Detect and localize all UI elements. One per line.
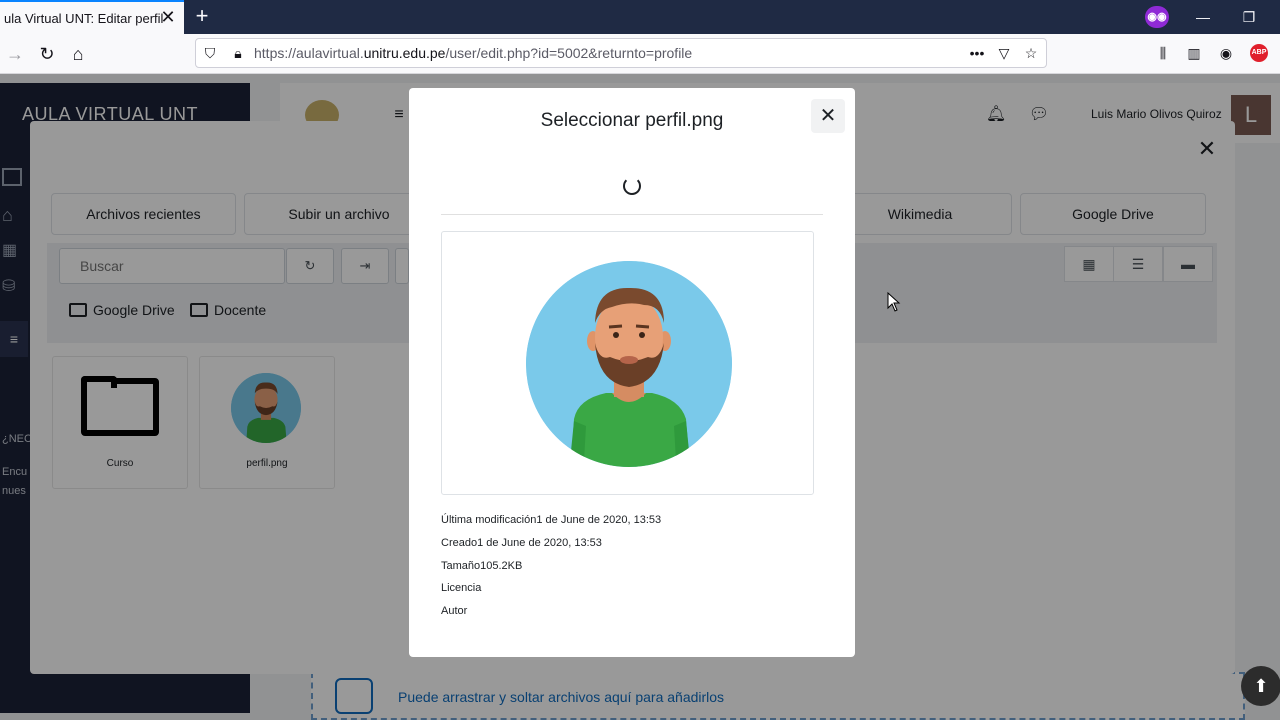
modal-title: Seleccionar perfil.png: [540, 110, 724, 131]
restore-icon[interactable]: ❐: [1237, 6, 1261, 28]
private-mask-icon[interactable]: ◉◉: [1145, 6, 1169, 28]
library-icon[interactable]: ⫼: [1154, 44, 1172, 62]
page-actions-icon[interactable]: •••: [966, 44, 988, 62]
account-icon[interactable]: ◉: [1217, 44, 1235, 62]
minimize-icon[interactable]: —: [1191, 6, 1215, 28]
mouse-cursor-icon: [887, 292, 901, 312]
home-icon[interactable]: ⌂: [66, 42, 90, 66]
image-preview: [526, 261, 732, 467]
reload-icon[interactable]: ↻: [35, 42, 59, 66]
info-modified: Última modificación1 de June de 2020, 13…: [441, 514, 662, 526]
shield-icon[interactable]: ⛉: [201, 44, 219, 62]
lock-icon[interactable]: 🔒︎: [229, 44, 247, 62]
pocket-icon[interactable]: ▽: [995, 44, 1013, 62]
forward-icon[interactable]: →: [3, 42, 27, 66]
info-created: Creado1 de June de 2020, 13:53: [441, 537, 602, 549]
info-author: Autor: [441, 605, 468, 617]
sidebar-icon[interactable]: ▥: [1185, 44, 1203, 62]
info-size: Tamaño105.2KB: [441, 560, 523, 572]
star-icon[interactable]: ☆: [1022, 44, 1040, 62]
adblock-icon[interactable]: ABP: [1250, 44, 1268, 62]
scroll-to-top-icon[interactable]: ⬆: [1241, 666, 1280, 706]
divider: [441, 214, 823, 215]
info-license: Licencia: [441, 582, 482, 594]
new-tab-icon[interactable]: +: [191, 5, 213, 27]
tab-title: ula Virtual UNT: Editar perfil: [4, 10, 164, 26]
close-tab-icon[interactable]: ✕: [158, 7, 178, 27]
loading-spinner-icon: [623, 177, 641, 195]
url-text[interactable]: https://aulavirtual.unitru.edu.pe/user/e…: [254, 45, 692, 61]
browser-tab[interactable]: ula Virtual UNT: Editar perfil: [0, 0, 184, 34]
close-icon[interactable]: ✕: [811, 99, 845, 133]
